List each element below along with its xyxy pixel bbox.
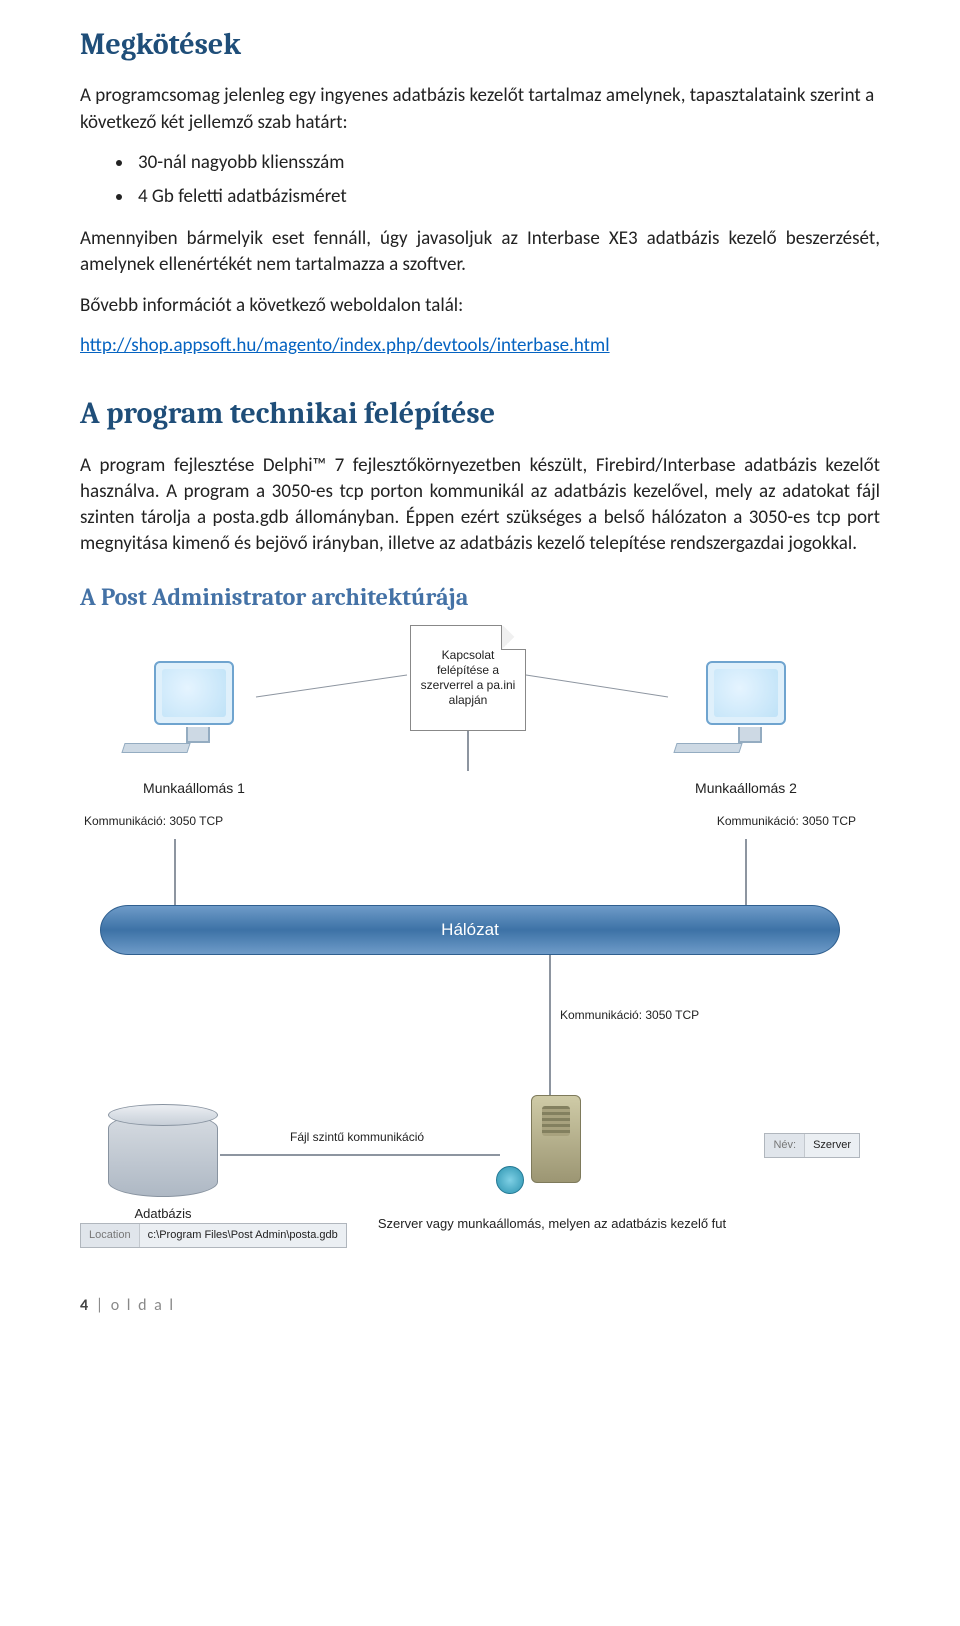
disk-icon bbox=[496, 1166, 524, 1194]
ws2-label: Munkaállomás 2 bbox=[636, 779, 856, 798]
page-word: o l d a l bbox=[111, 1296, 175, 1315]
server-tower-icon bbox=[531, 1095, 581, 1183]
list-item: 4 Gb feletti adatbázisméret bbox=[134, 184, 880, 210]
list-item: 30-nál nagyobb kliensszám bbox=[134, 150, 880, 176]
tech-paragraph: A program fejlesztése Delphi™ 7 fejleszt… bbox=[80, 453, 880, 558]
database: Adatbázis bbox=[98, 1113, 228, 1223]
architecture-diagram: Kapcsolat felépítése a szerverrel a pa.i… bbox=[80, 625, 860, 1255]
location-box: Location c:\Program Files\Post Admin\pos… bbox=[80, 1223, 347, 1248]
monitor-icon bbox=[154, 661, 234, 725]
interbase-link[interactable]: http://shop.appsoft.hu/magento/index.php… bbox=[80, 334, 610, 357]
network-label: Hálózat bbox=[100, 905, 840, 955]
location-value: c:\Program Files\Post Admin\posta.gdb bbox=[140, 1224, 346, 1247]
page-footer: 4 | o l d a l bbox=[80, 1295, 880, 1317]
heading-architektura: A Post Administrator architektúrája bbox=[80, 581, 880, 614]
page-number: 4 bbox=[80, 1296, 90, 1315]
heading-megkotesek: Megkötések bbox=[80, 24, 880, 65]
keyboard-icon bbox=[673, 743, 742, 753]
database-icon bbox=[108, 1113, 218, 1197]
monitor-icon bbox=[706, 661, 786, 725]
ws1-comm: Kommunikáció: 3050 TCP bbox=[84, 813, 304, 830]
constraints-list: 30-nál nagyobb kliensszám 4 Gb feletti a… bbox=[80, 150, 880, 210]
name-key: Név: bbox=[765, 1134, 805, 1157]
link-paragraph: http://shop.appsoft.hu/magento/index.php… bbox=[80, 333, 880, 359]
keyboard-icon bbox=[121, 743, 190, 753]
intro-paragraph: A programcsomag jelenleg egy ingyenes ad… bbox=[80, 83, 880, 135]
server-name-box: Név: Szerver bbox=[764, 1133, 860, 1158]
heading-technikai: A program technikai felépítése bbox=[80, 393, 880, 434]
center-comm-label: Kommunikáció: 3050 TCP bbox=[560, 1007, 699, 1024]
server bbox=[496, 1095, 616, 1183]
recommendation-paragraph: Amennyiben bármelyik eset fennáll, úgy j… bbox=[80, 226, 880, 278]
location-key: Location bbox=[81, 1224, 140, 1247]
server-caption: Szerver vagy munkaállomás, melyen az ada… bbox=[372, 1215, 732, 1233]
more-info-paragraph: Bővebb információt a következő weboldalo… bbox=[80, 293, 880, 319]
database-label: Adatbázis bbox=[98, 1205, 228, 1223]
name-value: Szerver bbox=[805, 1134, 859, 1157]
workstation-1: Munkaállomás 1 Kommunikáció: 3050 TCP bbox=[84, 661, 304, 830]
file-comm-label: Fájl szintű kommunikáció bbox=[290, 1129, 424, 1146]
ws1-label: Munkaállomás 1 bbox=[84, 779, 304, 798]
network-bar: Hálózat bbox=[100, 905, 840, 955]
workstation-2: Munkaállomás 2 Kommunikáció: 3050 TCP bbox=[636, 661, 856, 830]
ws2-comm: Kommunikáció: 3050 TCP bbox=[636, 813, 856, 830]
